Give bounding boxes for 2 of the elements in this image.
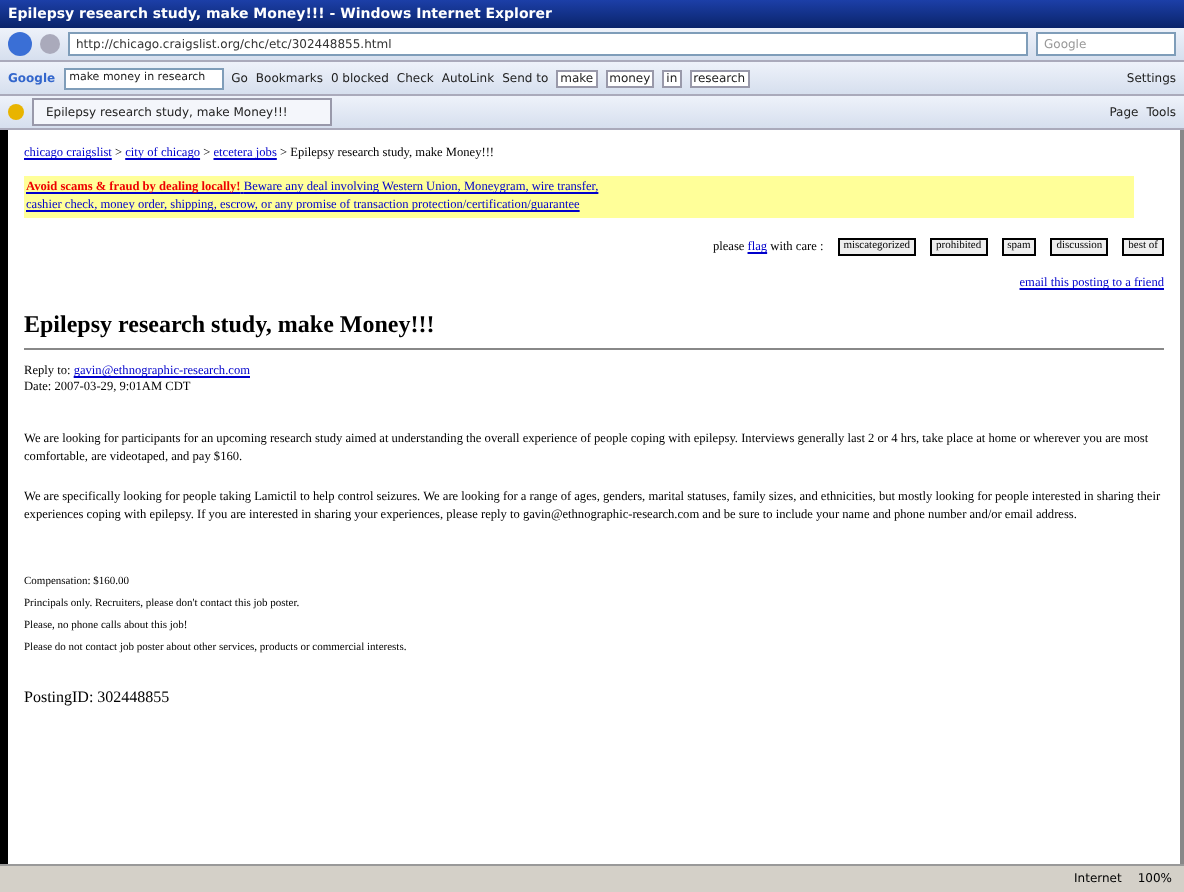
- posting-title: Epilepsy research study, make Money!!!: [24, 309, 437, 340]
- posting-id: PostingID: 302448855: [24, 687, 172, 706]
